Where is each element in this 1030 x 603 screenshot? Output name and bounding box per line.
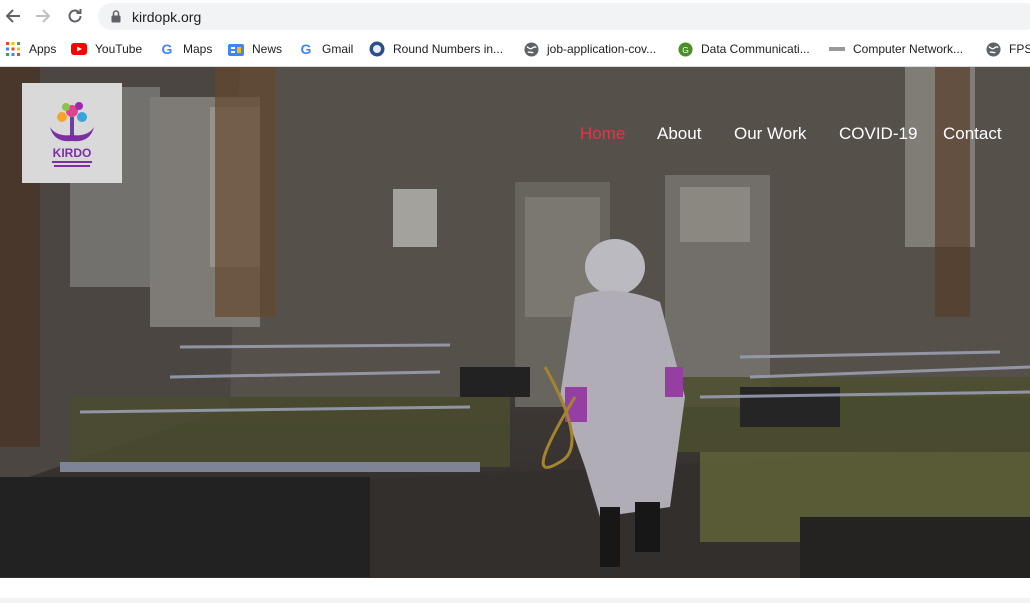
globe-seal-icon <box>369 41 385 57</box>
bookmark-label: FPSC <box>1009 42 1030 56</box>
kirdo-tree-hands-icon: KIRDO <box>50 102 94 167</box>
bookmark-maps[interactable]: G Maps <box>159 41 213 57</box>
bookmark-news[interactable]: News <box>228 41 282 57</box>
bookmarks-bar: Apps YouTube G Maps News G Gmail Round N… <box>0 33 1030 67</box>
bookmark-label: Maps <box>183 42 213 56</box>
forward-arrow-icon <box>36 9 51 23</box>
nav-about[interactable]: About <box>657 124 701 144</box>
bookmark-data-communication[interactable]: G Data Communicati... <box>677 41 810 57</box>
bookmark-label: Computer Network... <box>853 42 964 56</box>
reload-button[interactable] <box>63 4 87 28</box>
google-icon: G <box>300 41 312 57</box>
logo-text: KIRDO <box>53 146 92 160</box>
bookmark-fpsc[interactable]: FPSC <box>985 41 1030 57</box>
bookmark-label: YouTube <box>95 42 143 56</box>
address-bar[interactable]: kirdopk.org <box>98 3 1030 30</box>
svg-text:G: G <box>682 44 689 54</box>
browser-toolbar: kirdopk.org <box>0 0 1030 33</box>
tutorials-icon <box>829 41 845 57</box>
bookmark-label: News <box>252 42 283 56</box>
nav-contact[interactable]: Contact <box>943 124 1002 144</box>
back-button[interactable] <box>1 4 25 28</box>
url-text[interactable]: kirdopk.org <box>132 9 201 25</box>
forward-button[interactable] <box>31 4 55 28</box>
lock-icon <box>111 10 121 23</box>
bookmark-label: Gmail <box>322 42 354 56</box>
reload-icon <box>68 9 82 23</box>
bookmark-label: Data Communicati... <box>701 42 810 56</box>
bookmark-job-application[interactable]: job-application-cov... <box>523 41 656 57</box>
nav-home[interactable]: Home <box>580 124 625 144</box>
apps-grid-icon <box>5 41 21 57</box>
bookmark-round-numbers[interactable]: Round Numbers in... <box>369 41 503 57</box>
bookmark-gmail[interactable]: G Gmail <box>298 41 354 57</box>
news-icon <box>228 41 244 57</box>
green-circle-icon: G <box>677 41 693 57</box>
bookmark-label: job-application-cov... <box>547 42 657 56</box>
bookmark-apps[interactable]: Apps <box>5 41 56 57</box>
bookmark-computer-network[interactable]: Computer Network... <box>829 41 963 57</box>
youtube-icon <box>71 41 87 57</box>
site-logo[interactable]: KIRDO <box>22 83 122 183</box>
back-arrow-icon <box>5 9 20 23</box>
google-icon: G <box>161 41 173 57</box>
bookmark-label: Round Numbers in... <box>393 42 504 56</box>
nav-covid-19[interactable]: COVID-19 <box>839 124 917 144</box>
globe-icon <box>985 41 1001 57</box>
globe-icon <box>523 41 539 57</box>
bookmark-youtube[interactable]: YouTube <box>71 41 142 57</box>
nav-our-work[interactable]: Our Work <box>734 124 806 144</box>
section-divider <box>0 598 1030 603</box>
bookmark-label: Apps <box>29 42 57 56</box>
